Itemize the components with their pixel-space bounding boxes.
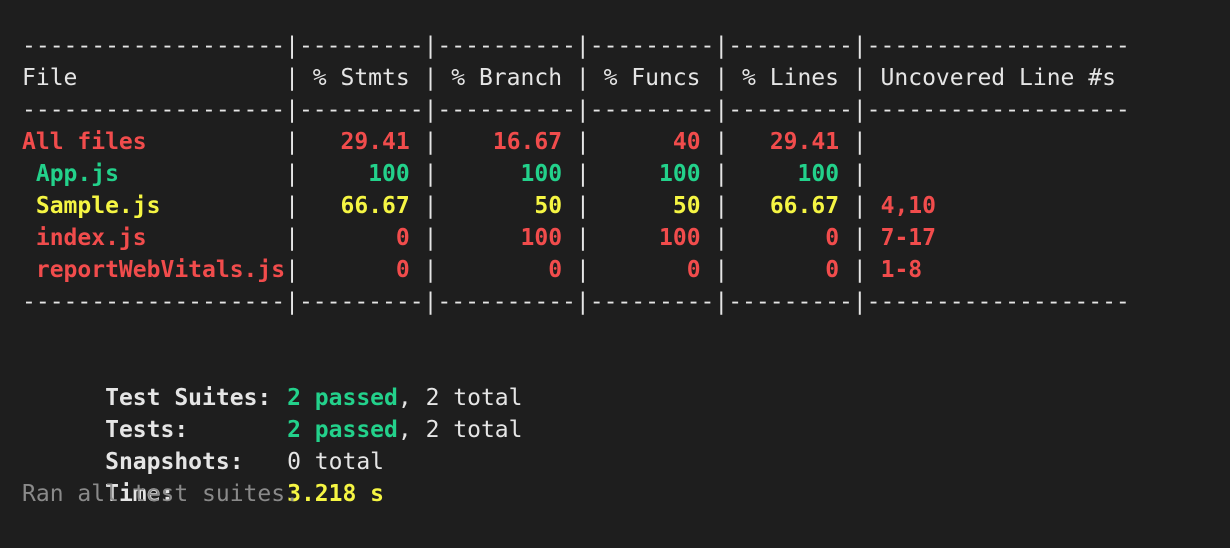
funcs-value: 50: [589, 193, 715, 219]
column-separator: |: [575, 225, 590, 251]
funcs-value: 100: [589, 161, 715, 187]
lines-value: 0: [728, 225, 853, 251]
stmts-value: 0: [298, 225, 424, 251]
column-separator: |: [423, 129, 438, 155]
tests-label: Tests:: [105, 417, 189, 443]
summary-footer: Ran all test suites.: [22, 481, 299, 507]
test-suites-total: , 2 total: [397, 385, 523, 411]
column-separator: |: [423, 225, 438, 251]
column-separator: |: [852, 161, 867, 187]
lines-value: 29.41: [728, 129, 853, 155]
funcs-value: 0: [589, 257, 715, 283]
column-separator: |: [575, 257, 590, 283]
stmts-value: 0: [298, 257, 424, 283]
file-name: reportWebVitals.js: [22, 257, 286, 283]
snapshots-label: Snapshots:: [105, 449, 244, 475]
column-separator: |: [575, 129, 590, 155]
column-separator: |: [285, 129, 299, 155]
uncovered-lines: 4,10: [866, 193, 937, 219]
table-separator-top: -------------------|---------|----------…: [22, 33, 1130, 59]
table-separator-bottom: -------------------|---------|----------…: [22, 289, 1130, 315]
file-name: App.js: [22, 161, 286, 187]
funcs-value: 100: [589, 225, 715, 251]
uncovered-lines: 1-8: [866, 257, 923, 283]
table-row: All files | 29.41 | 16.67 | 40 | 29.41 |: [22, 126, 1130, 158]
column-separator: |: [714, 225, 729, 251]
time-value: 3.218 s: [287, 481, 385, 507]
column-separator: |: [714, 161, 729, 187]
uncovered-lines: [867, 161, 881, 187]
snapshots-value: 0 total: [287, 449, 385, 475]
column-separator: |: [714, 193, 729, 219]
branch-value: 0: [437, 257, 576, 283]
column-separator: |: [575, 193, 590, 219]
file-name: All files: [22, 129, 286, 155]
test-suites-passed: 2 passed: [287, 385, 398, 411]
column-separator: |: [575, 161, 590, 187]
table-row: index.js | 0 | 100 | 100 | 0 | 7-17: [22, 222, 1130, 254]
uncovered-lines: 7-17: [866, 225, 937, 251]
column-separator: |: [423, 161, 438, 187]
funcs-value: 40: [589, 129, 715, 155]
column-separator: |: [423, 193, 438, 219]
branch-value: 50: [437, 193, 576, 219]
terminal-output: -------------------|---------|----------…: [22, 30, 1130, 510]
tests-total: , 2 total: [397, 417, 523, 443]
file-name: Sample.js: [22, 193, 286, 219]
summary-test-suites: Test Suites: 2 passed, 2 total: [22, 350, 1130, 411]
table-row: App.js | 100 | 100 | 100 | 100 |: [22, 158, 1130, 190]
stmts-value: 29.41: [298, 129, 424, 155]
column-separator: |: [852, 257, 867, 283]
table-row: Sample.js | 66.67 | 50 | 50 | 66.67 | 4,…: [22, 190, 1130, 222]
column-separator: |: [714, 257, 729, 283]
coverage-rows: All files | 29.41 | 16.67 | 40 | 29.41 |…: [22, 126, 1130, 286]
column-separator: |: [285, 257, 299, 283]
column-separator: |: [285, 161, 299, 187]
table-header: File | % Stmts | % Branch | % Funcs | % …: [22, 65, 1130, 91]
column-separator: |: [423, 257, 438, 283]
column-separator: |: [285, 225, 299, 251]
lines-value: 100: [728, 161, 853, 187]
table-row: reportWebVitals.js| 0 | 0 | 0 | 0 | 1-8: [22, 254, 1130, 286]
column-separator: |: [852, 129, 867, 155]
lines-value: 66.67: [728, 193, 853, 219]
tests-passed: 2 passed: [287, 417, 398, 443]
test-summary: Test Suites: 2 passed, 2 total Tests: 2 pa…: [22, 350, 1130, 510]
table-separator-header: -------------------|---------|----------…: [22, 97, 1130, 123]
branch-value: 16.67: [437, 129, 576, 155]
column-separator: |: [714, 129, 729, 155]
file-name: index.js: [22, 225, 286, 251]
column-separator: |: [852, 193, 867, 219]
column-separator: |: [285, 193, 299, 219]
lines-value: 0: [728, 257, 853, 283]
branch-value: 100: [437, 161, 576, 187]
column-separator: |: [852, 225, 867, 251]
stmts-value: 66.67: [298, 193, 424, 219]
branch-value: 100: [437, 225, 576, 251]
uncovered-lines: [867, 129, 881, 155]
stmts-value: 100: [298, 161, 424, 187]
test-suites-label: Test Suites:: [105, 385, 272, 411]
